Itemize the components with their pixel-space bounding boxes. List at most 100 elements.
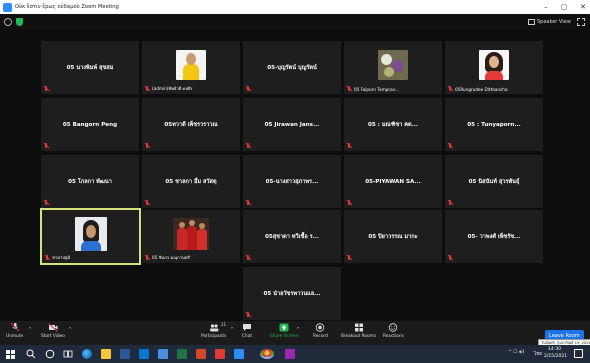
participant-name: 05-PIYAWAN SA... — [365, 178, 421, 185]
participant-name: 05 Bangorn Peng — [62, 121, 118, 128]
participants-caret-icon[interactable]: ^ — [230, 327, 234, 333]
participant-tile[interactable]: 05 ชาลกา อึ่ม สวัสดุ — [142, 155, 240, 208]
participants-icon — [209, 324, 219, 332]
mic-muted-icon — [144, 85, 150, 92]
security-shield-icon[interactable] — [16, 18, 23, 26]
powerpoint-icon[interactable] — [196, 349, 206, 359]
fullscreen-icon[interactable] — [577, 18, 585, 26]
file-explorer-icon[interactable] — [101, 349, 111, 359]
app-icon[interactable] — [285, 349, 295, 359]
participant-avatar — [176, 49, 206, 80]
zoom-taskbar-icon[interactable] — [234, 349, 244, 359]
participant-label: 05 Faiporn Tempras... — [354, 86, 399, 92]
participant-tile[interactable]: 05-นางสาวสุภาพร... — [243, 155, 341, 208]
mail-icon[interactable] — [158, 349, 168, 359]
excel-icon[interactable] — [177, 349, 187, 359]
speaker-view-button[interactable]: Speaker View — [528, 17, 571, 27]
participant-name: 05 ปิยาวรรณ มากะ — [368, 233, 418, 240]
share-options-caret-icon[interactable]: ^ — [296, 327, 300, 333]
breakout-rooms-label: Breakout Rooms — [341, 334, 377, 339]
mic-muted-icon — [144, 254, 150, 261]
participant-tile[interactable]: 05 นิสนันท์ สุวรพันธุ์ — [445, 155, 543, 208]
mic-muted-icon — [245, 255, 251, 261]
participant-tile[interactable]: 05- วาพงศ์ เพ็ชรัช... — [445, 210, 543, 263]
participant-avatar — [479, 49, 509, 80]
search-icon[interactable] — [26, 349, 36, 359]
unmute-label: Unmute — [6, 334, 24, 339]
mic-muted-icon — [245, 86, 251, 92]
grid-icon — [528, 19, 535, 25]
close-button[interactable]: ✕ — [580, 3, 586, 11]
reactions-button[interactable]: Reactions — [383, 323, 404, 339]
participant-name: 05 นิสนันท์ สุวรพันธุ์ — [468, 178, 520, 185]
task-view-icon[interactable] — [63, 349, 73, 359]
participant-avatar — [74, 216, 107, 251]
clock-time[interactable]: 14:30 — [548, 347, 561, 352]
pdf-reader-icon[interactable] — [215, 349, 225, 359]
participant-tile[interactable]: 05 โกลกา พัฒนา — [41, 155, 139, 208]
participant-tile[interactable]: (admin)ทิพย์วดี ดงศิร — [142, 41, 240, 94]
notifications-icon[interactable] — [574, 349, 583, 358]
participant-tile-active-speaker[interactable]: ชาม่าปฐมี — [40, 208, 141, 265]
participant-tile[interactable]: 05 ชินกร มณุกานตรี — [142, 210, 240, 263]
participant-tile[interactable]: 05ทวาดี เพ็ชรวราวณ — [142, 98, 240, 151]
participant-avatar — [378, 49, 408, 80]
edge-browser-icon[interactable] — [82, 349, 92, 359]
participants-label: Participants — [201, 334, 227, 339]
meeting-toolbar: Unmute ^ Start Video ^ Participants 21 ^… — [0, 321, 590, 345]
participant-name: 05ทวาดี เพ็ชรวราวณ — [164, 121, 218, 128]
share-screen-button[interactable]: Share Screen — [270, 323, 299, 339]
speaker-view-label: Speaker View — [537, 19, 571, 25]
minimize-button[interactable]: – — [544, 3, 548, 11]
clock-date[interactable]: 2/15/2021 — [544, 354, 567, 359]
store-icon[interactable] — [139, 349, 149, 359]
word-icon[interactable] — [120, 349, 130, 359]
participant-tile[interactable]: 05 Faiporn Tempras... — [344, 41, 442, 94]
reactions-label: Reactions — [383, 334, 404, 339]
participant-tile[interactable]: 05-บุญรัตน์ บุญรัตน์ — [243, 41, 341, 94]
participant-tile[interactable]: 05-PIYAWAN SA... — [344, 155, 442, 208]
zoom-window: Οὐκ ἔστιν ἔρως οὐδαμοῦ Zoom Meeting – ▢ … — [0, 0, 590, 363]
mic-muted-icon — [447, 86, 453, 92]
record-button[interactable]: Record — [313, 323, 328, 339]
tray-icons[interactable]: ^ ☐ ◂)) — [508, 350, 524, 355]
mic-muted-icon — [44, 254, 50, 261]
participant-name: 05- วาพงศ์ เพ็ชรัช... — [467, 233, 521, 240]
zoom-app-icon — [3, 2, 12, 12]
window-title: Οὐκ ἔστιν ἔρως οὐδαμοῦ Zoom Meeting — [15, 4, 119, 10]
chrome-icon[interactable] — [260, 349, 274, 359]
meeting-info-icon[interactable] — [4, 18, 12, 26]
participant-name: 05 : มณฑิชา คด... — [367, 121, 419, 128]
participant-tile[interactable]: 05สุชาดา ทวีเชื้อ ร... — [243, 210, 341, 263]
participant-tile[interactable]: 05 นำยวัชรพาวนแล... — [243, 267, 341, 320]
chat-button[interactable]: Chat — [242, 323, 252, 339]
cortana-icon[interactable] — [45, 349, 55, 359]
record-icon — [316, 323, 325, 332]
windows-start-icon[interactable] — [6, 350, 15, 359]
input-language[interactable]: ไทย — [534, 350, 542, 357]
breakout-rooms-button[interactable]: Breakout Rooms — [341, 323, 376, 339]
participant-tile[interactable]: 05 Jirawan Jans... — [243, 98, 341, 151]
mic-muted-icon — [245, 312, 251, 318]
participant-name: 05 นำยวัชรพาวนแล... — [263, 290, 321, 297]
participant-tile[interactable]: 05 : Tunyaporn... — [445, 98, 543, 151]
participant-tile[interactable]: 05 : มณฑิชา คด... — [344, 98, 442, 151]
maximize-button[interactable]: ▢ — [561, 3, 568, 11]
participant-name: 05 ชาลกา อึ่ม สวัสดุ — [165, 178, 217, 185]
video-options-caret-icon[interactable]: ^ — [68, 327, 72, 333]
windows-taskbar: ^ ☐ ◂)) ไทย 14:30 2/15/2021 — [0, 345, 590, 363]
participant-name: 05สุชาดา ทวีเชื้อ ร... — [264, 233, 320, 240]
audio-options-caret-icon[interactable]: ^ — [28, 327, 32, 333]
participant-tile[interactable]: 05 ปิยาวรรณ มากะ — [344, 210, 442, 263]
participant-name: 05 นางพิมพ์ สุขสม — [66, 64, 114, 71]
reactions-icon — [389, 323, 398, 332]
unmute-button[interactable]: Unmute — [6, 323, 23, 339]
participant-tile[interactable]: 05 Bangorn Peng — [41, 98, 139, 151]
start-video-label: Start Video — [41, 334, 65, 339]
mic-muted-icon — [346, 255, 352, 261]
participant-tile[interactable]: 05Rungrudee Ditteancha — [445, 41, 543, 94]
mic-muted-icon — [144, 143, 150, 149]
mic-muted-icon — [43, 200, 49, 206]
participant-tile[interactable]: 05 นางพิมพ์ สุขสม — [41, 41, 139, 94]
start-video-button[interactable]: Start Video — [41, 323, 65, 339]
